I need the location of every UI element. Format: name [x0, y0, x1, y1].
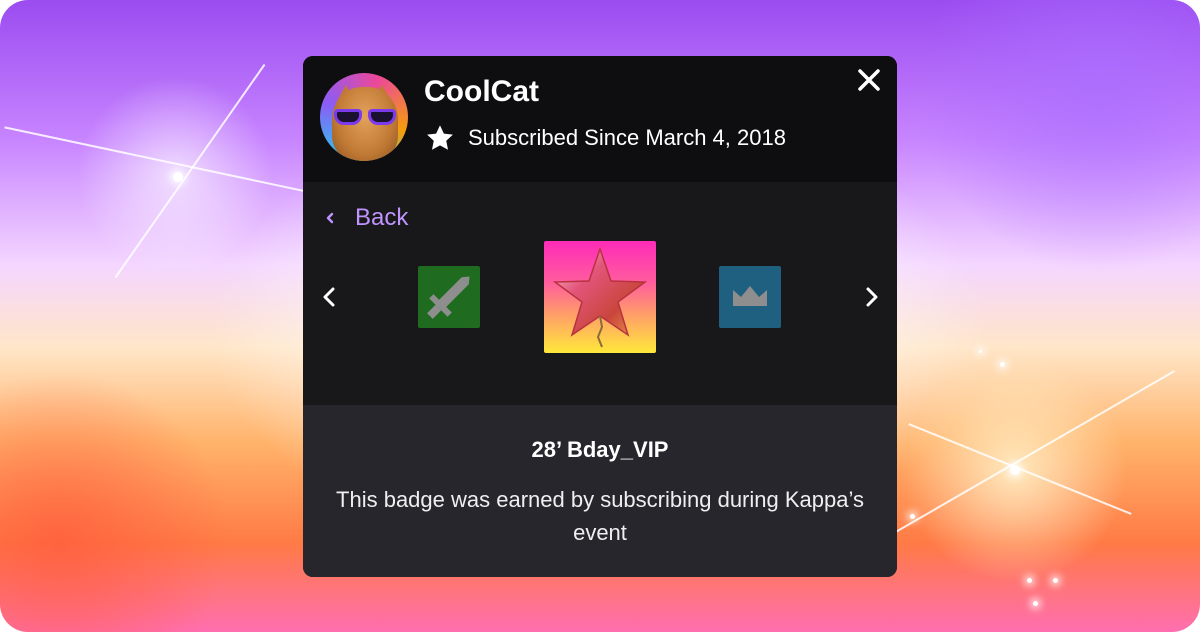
sword-badge[interactable] [418, 266, 480, 328]
light-flare [908, 423, 1132, 515]
username: CoolCat [424, 75, 539, 108]
star-icon [427, 125, 453, 150]
badge-detail-panel: 28’ Bday_VIP This badge was earned by su… [303, 405, 897, 577]
previous-badge-button[interactable] [315, 282, 345, 312]
sparkle [1033, 601, 1038, 606]
badge-popup-card: CoolCat Subscribed Since March 4, 2018 B… [303, 56, 897, 577]
sparkle [1053, 578, 1058, 583]
chevron-left-icon [326, 212, 334, 224]
profile-header: CoolCat Subscribed Since March 4, 2018 [303, 56, 897, 182]
next-badge-button[interactable] [856, 282, 886, 312]
sparkle [173, 172, 183, 182]
sparkle [1010, 465, 1020, 475]
subscription-status: Subscribed Since March 4, 2018 [424, 122, 786, 154]
sword-icon [427, 276, 470, 319]
sparkle [1027, 578, 1032, 583]
sparkle [910, 514, 915, 519]
badge-description: This badge was earned by subscribing dur… [336, 487, 864, 545]
close-icon[interactable] [853, 64, 885, 96]
star-balloon-badge[interactable] [544, 241, 656, 353]
crown-icon [733, 286, 767, 306]
back-button[interactable]: Back [323, 204, 408, 232]
light-flare [114, 63, 266, 279]
sparkle [979, 350, 982, 353]
badge-title: 28’ Bday_VIP [531, 437, 669, 462]
star-balloon-icon [552, 246, 648, 348]
back-label: Back [355, 204, 409, 231]
sparkle [1000, 362, 1005, 367]
avatar[interactable] [320, 73, 408, 161]
subscription-text: Subscribed Since March 4, 2018 [468, 125, 786, 150]
crown-badge[interactable] [719, 266, 781, 328]
